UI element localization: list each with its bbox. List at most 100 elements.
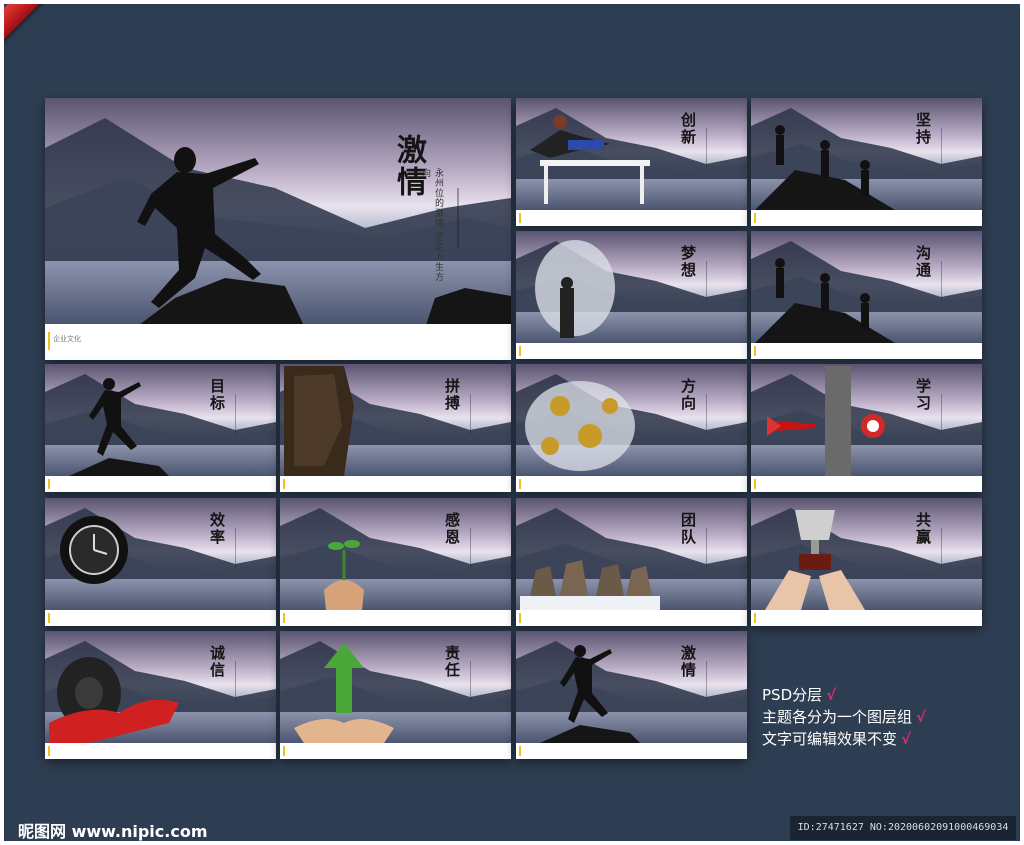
head-illustration	[535, 240, 615, 338]
gears-illustration	[525, 381, 635, 471]
landscape-image: 沟通	[751, 231, 982, 343]
arrow-illustration	[294, 643, 394, 743]
card-13: 诚信	[45, 631, 276, 759]
card-5: 目标	[45, 364, 276, 492]
footer-accent	[48, 332, 50, 350]
title-divider	[457, 188, 459, 248]
card-8: 学习	[751, 364, 982, 492]
note-text: PSD分层	[762, 686, 823, 704]
title-divider	[470, 394, 471, 434]
card-passion-large: 激情 永州位的激情 坚定人生方向 企业文化	[45, 98, 511, 360]
card-title: 沟通	[914, 245, 932, 279]
card-title: 方向	[679, 378, 697, 412]
card-title: 目标	[208, 378, 226, 412]
card-title: 创新	[679, 112, 697, 146]
card-7: 方向	[516, 364, 747, 492]
card-1: 创新	[516, 98, 747, 226]
footer-accent	[519, 613, 521, 623]
climbers-illustration	[755, 258, 895, 343]
dart-illustration	[767, 366, 885, 476]
card-footer	[516, 476, 747, 492]
landscape-image: 责任	[280, 631, 511, 743]
title-divider	[941, 128, 942, 168]
image-id-strip: ID:27471627 NO:20200602091000469034	[790, 816, 1016, 840]
site-logo[interactable]: 昵图网 www.nipic.com	[18, 818, 208, 841]
title-divider	[235, 661, 236, 701]
footer-accent	[754, 479, 756, 489]
card-footer	[751, 476, 982, 492]
landscape-image: 激情	[516, 631, 747, 743]
landscape-image: 方向	[516, 364, 747, 476]
title-divider	[706, 661, 707, 701]
title-divider	[706, 128, 707, 168]
footer-accent	[754, 346, 756, 356]
title-divider	[941, 394, 942, 434]
clock-illustration	[60, 516, 128, 584]
trophy-illustration	[765, 510, 865, 610]
card-title: 团队	[679, 512, 697, 546]
card-14: 责任	[280, 631, 511, 759]
card-footer	[751, 210, 982, 226]
landscape-image: 效率	[45, 498, 276, 610]
landscape-image: 共赢	[751, 498, 982, 610]
note-text: 文字可编辑效果不变	[762, 730, 898, 748]
landscape-image: 创新	[516, 98, 747, 210]
card-footer	[45, 476, 276, 492]
footer-accent	[48, 746, 50, 756]
jumping-man-silhouette	[137, 147, 304, 324]
card-title: 共赢	[914, 512, 932, 546]
card-6: 拼搏	[280, 364, 511, 492]
hurdler-illustration	[530, 115, 650, 204]
card-title: 诚信	[208, 645, 226, 679]
landscape-image: 坚持	[751, 98, 982, 210]
card-3: 梦想	[516, 231, 747, 359]
footer-accent	[519, 479, 521, 489]
footer-accent	[48, 613, 50, 623]
card-9: 效率	[45, 498, 276, 626]
title-divider	[470, 528, 471, 568]
card-4: 沟通	[751, 231, 982, 359]
footer-accent	[283, 613, 285, 623]
sprout-illustration	[324, 540, 364, 610]
card-11: 团队	[516, 498, 747, 626]
card-footer	[280, 476, 511, 492]
title-divider	[941, 528, 942, 568]
wolves-illustration	[520, 560, 660, 610]
title-divider	[941, 261, 942, 301]
card-12: 共赢	[751, 498, 982, 626]
card-footer	[516, 343, 747, 359]
card-title: 激情	[679, 645, 697, 679]
card-title: 责任	[443, 645, 461, 679]
feature-notes: PSD分层 √ 主题各分为一个图层组 √ 文字可编辑效果不变 √	[762, 684, 1012, 750]
card-title: 效率	[208, 512, 226, 546]
card-footer	[516, 210, 747, 226]
note-text: 主题各分为一个图层组	[762, 708, 913, 726]
card-title: 学习	[914, 378, 932, 412]
title-divider	[706, 528, 707, 568]
note-psd-layers: PSD分层 √	[762, 684, 1012, 706]
title-divider	[706, 394, 707, 434]
footer-accent	[519, 746, 521, 756]
footer-label: 企业文化	[53, 335, 81, 343]
tire-illustration	[49, 657, 179, 743]
landscape-image: 团队	[516, 498, 747, 610]
presentation-frame: 激情 永州位的激情 坚定人生方向 企业文化 创新 坚持梦想 沟通目标 拼搏 方向 学习效率…	[4, 4, 1020, 841]
card-footer	[751, 343, 982, 359]
note-editable-text: 文字可编辑效果不变 √	[762, 728, 1012, 750]
card-footer	[516, 610, 747, 626]
footer-accent	[48, 479, 50, 489]
landscape-image: 拼搏	[280, 364, 511, 476]
corner-ribbon	[4, 4, 96, 54]
card-footer	[751, 610, 982, 626]
landscape-image: 学习	[751, 364, 982, 476]
landscape-image: 激情 永州位的激情 坚定人生方向	[45, 98, 511, 324]
card-title: 梦想	[679, 245, 697, 279]
card-footer	[280, 743, 511, 759]
check-icon: √	[826, 686, 837, 704]
footer-accent	[754, 213, 756, 223]
card-title: 坚持	[914, 112, 932, 146]
card-footer	[516, 743, 747, 759]
jumper-illustration	[540, 645, 640, 743]
rock-illustration	[284, 366, 354, 476]
footer-accent	[283, 479, 285, 489]
